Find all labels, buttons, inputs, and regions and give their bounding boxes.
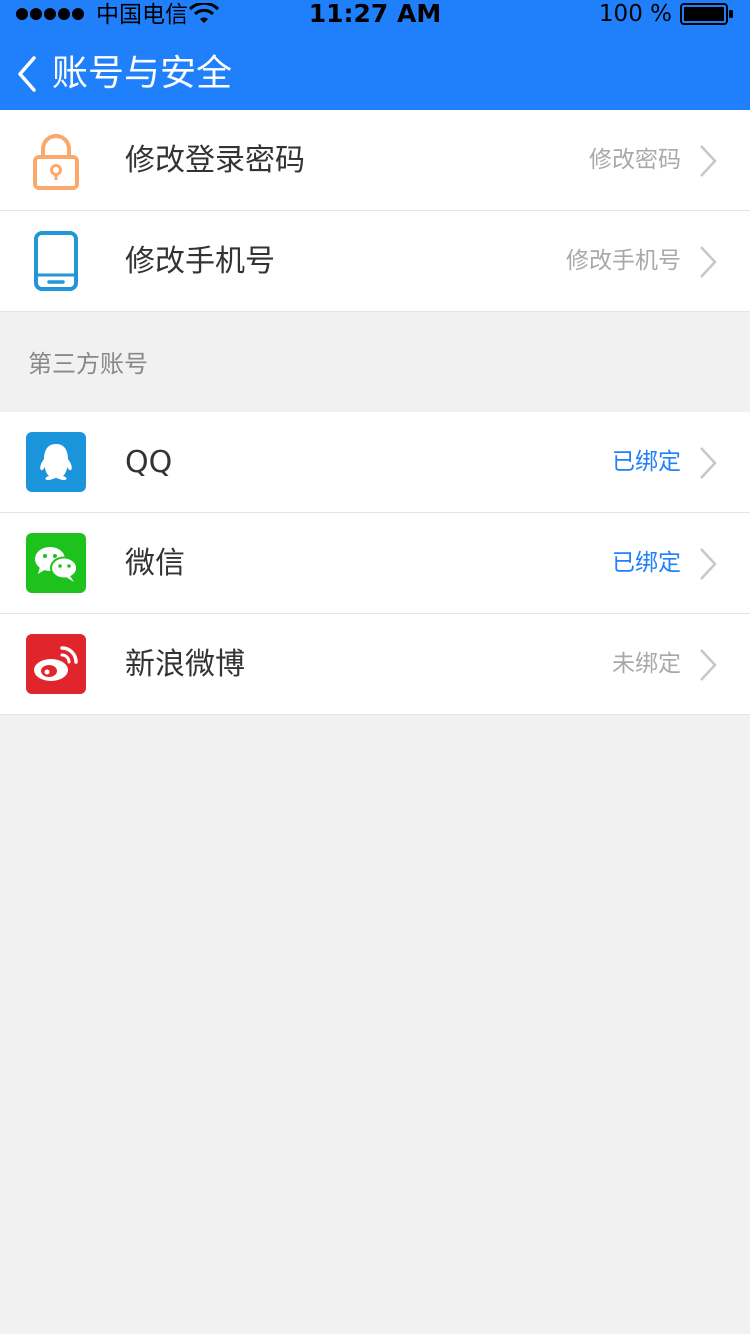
weibo-icon <box>26 634 86 694</box>
battery-icon <box>680 3 733 25</box>
chevron-right-icon <box>700 145 717 177</box>
lock-icon <box>26 130 86 190</box>
header-bar: 中国电信 11:27 AM 100 % 账号与安全 <box>0 0 750 110</box>
row-label: 微信 <box>125 546 185 581</box>
wechat-account-row[interactable]: 微信 已绑定 <box>0 513 750 614</box>
bind-status: 已绑定 <box>612 449 681 475</box>
battery-percentage: 100 % <box>598 1 672 27</box>
bind-status: 未绑定 <box>612 651 681 677</box>
qq-account-row[interactable]: QQ 已绑定 <box>0 412 750 513</box>
change-phone-row[interactable]: 修改手机号 修改手机号 <box>0 211 750 312</box>
third-party-group: QQ 已绑定 微信 已绑定 新浪微博 未绑定 <box>0 412 750 715</box>
row-value: 修改密码 <box>589 147 681 173</box>
weibo-account-row[interactable]: 新浪微博 未绑定 <box>0 614 750 715</box>
change-password-row[interactable]: 修改登录密码 修改密码 <box>0 110 750 211</box>
chevron-right-icon <box>700 649 717 681</box>
page-title: 账号与安全 <box>52 53 233 94</box>
row-label: 修改登录密码 <box>125 143 305 178</box>
status-bar: 中国电信 11:27 AM 100 % <box>0 0 750 30</box>
bind-status: 已绑定 <box>612 550 681 576</box>
chevron-left-icon[interactable] <box>12 54 48 94</box>
chevron-right-icon <box>700 246 717 278</box>
security-group: 修改登录密码 修改密码 修改手机号 修改手机号 <box>0 110 750 312</box>
section-title-third-party: 第三方账号 <box>28 350 148 378</box>
wechat-icon <box>26 533 86 593</box>
qq-icon <box>26 432 86 492</box>
row-label: 修改手机号 <box>125 244 275 279</box>
phone-icon <box>26 231 86 291</box>
row-value: 修改手机号 <box>566 248 681 274</box>
row-label: QQ <box>125 445 173 480</box>
row-label: 新浪微博 <box>125 647 245 682</box>
chevron-right-icon <box>700 548 717 580</box>
chevron-right-icon <box>700 447 717 479</box>
